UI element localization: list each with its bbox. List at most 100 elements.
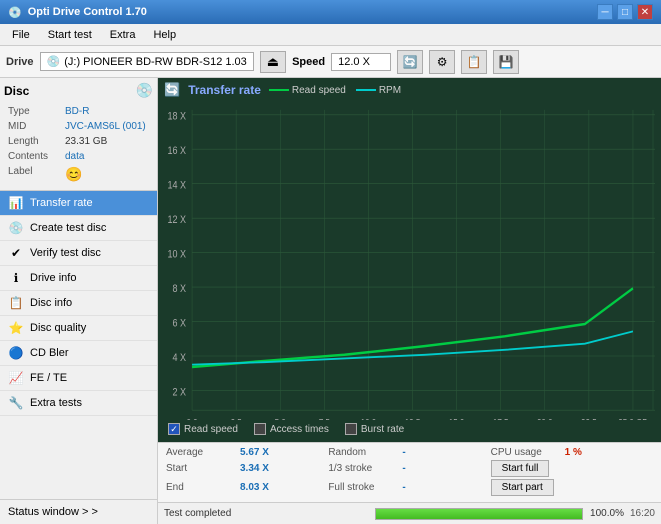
legend-check-burst-rate[interactable]: Burst rate [345,423,404,435]
end-value: 8.03 X [240,482,269,493]
disc-type-row: Type BD-R [6,105,151,118]
cpu-label: CPU usage [491,447,561,458]
speed-selector[interactable]: 12.0 X [331,53,391,71]
drive-name: (J:) PIONEER BD-RW BDR-S12 1.03 [64,56,247,68]
average-value: 5.67 X [240,447,269,458]
sidebar-item-verify-test-disc[interactable]: ✔ Verify test disc [0,241,157,266]
length-value: 23.31 GB [63,135,151,148]
disc-label-row: Label 😊 [6,165,151,184]
disc-header: Disc 💿 [4,82,153,99]
svg-text:10.0: 10.0 [361,417,377,420]
random-label: Random [328,447,398,458]
maximize-button[interactable]: □ [617,4,633,20]
cd-bler-icon: 🔵 [8,346,24,360]
progress-track [375,508,582,520]
legend-check-access-times[interactable]: Access times [254,423,329,435]
label-value: 😊 [63,165,151,184]
speed-value: 12.0 X [338,56,370,68]
svg-text:10 X: 10 X [168,249,187,261]
close-button[interactable]: ✕ [637,4,653,20]
type-label: Type [6,105,61,118]
options-button[interactable]: ⚙ [429,50,455,74]
drive-selector[interactable]: 💿 (J:) PIONEER BD-RW BDR-S12 1.03 [40,52,254,71]
refresh-button[interactable]: 🔄 [397,50,423,74]
burst-rate-checkbox[interactable] [345,423,357,435]
eject-button[interactable]: ⏏ [260,51,286,73]
start-group: Start 3.34 X [166,460,328,477]
stroke1-value: - [402,463,405,474]
sidebar-item-fe-te[interactable]: 📈 FE / TE [0,366,157,391]
rpm-legend-label: RPM [379,85,401,96]
stats-row-2: Start 3.34 X 1/3 stroke - Start full [166,460,653,477]
sidebar-item-create-test-disc[interactable]: 💿 Create test disc [0,216,157,241]
sidebar-item-extra-tests[interactable]: 🔧 Extra tests [0,391,157,416]
read-speed-checkbox[interactable]: ✓ [168,423,180,435]
sidebar-item-drive-info[interactable]: ℹ Drive info [0,266,157,291]
stats-row-3: End 8.03 X Full stroke - Start part [166,479,653,496]
access-times-checkbox[interactable] [254,423,266,435]
chart-refresh-icon: 🔄 [164,82,180,98]
legend-check-read-speed[interactable]: ✓ Read speed [168,423,238,435]
stroke-full-value: - [402,482,405,493]
svg-text:12 X: 12 X [168,214,187,226]
chart-container: 🔄 Transfer rate Read speed RPM [158,78,661,442]
svg-text:7.5: 7.5 [319,417,330,420]
chart-title: Transfer rate [188,83,261,97]
access-times-check-label: Access times [270,424,329,435]
rpm-color [356,89,376,91]
sidebar-item-cd-bler[interactable]: 🔵 CD Bler [0,341,157,366]
create-test-disc-icon: 💿 [8,221,24,235]
menu-start-test[interactable]: Start test [40,27,100,43]
progress-percent: 100.0% [589,508,624,519]
app-title: Opti Drive Control 1.70 [28,6,147,18]
start-part-button[interactable]: Start part [491,479,554,496]
drive-label: Drive [6,56,34,68]
chart-header: 🔄 Transfer rate Read speed RPM [164,82,655,98]
svg-text:14 X: 14 X [168,180,187,192]
disc-mid-row: MID JVC-AMS6L (001) [6,120,151,133]
save-button[interactable]: 💾 [493,50,519,74]
mid-label: MID [6,120,61,133]
sidebar-item-disc-quality[interactable]: ⭐ Disc quality [0,316,157,341]
start-value: 3.34 X [240,463,269,474]
svg-text:5.0: 5.0 [275,417,286,420]
chart-legend-row: ✓ Read speed Access times Burst rate [164,420,655,438]
cpu-value: 1 % [565,447,582,458]
sidebar-item-transfer-rate[interactable]: 📊 Transfer rate [0,191,157,216]
minimize-button[interactable]: ─ [597,4,613,20]
svg-text:12.5: 12.5 [405,417,421,420]
disc-cd-icon: 💿 [136,82,153,99]
speed-label: Speed [292,56,325,68]
sidebar-item-label-cd-bler: CD Bler [30,347,69,359]
chart-legend: Read speed RPM [269,85,401,96]
stroke1-label: 1/3 stroke [328,463,398,474]
start-full-group[interactable]: Start full [491,460,653,477]
status-window-label: Status window > > [8,506,98,518]
length-label: Length [6,135,61,148]
window-controls: ─ □ ✕ [597,4,653,20]
svg-text:18 X: 18 X [168,111,187,123]
read-speed-legend-label: Read speed [292,85,346,96]
sidebar-item-label-transfer-rate: Transfer rate [30,197,93,209]
sidebar-item-disc-info[interactable]: 📋 Disc info [0,291,157,316]
menu-extra[interactable]: Extra [102,27,144,43]
stats-section: Average 5.67 X Random - CPU usage 1 % St… [158,442,661,502]
sidebar-item-label-verify-test-disc: Verify test disc [30,247,101,259]
svg-text:16 X: 16 X [168,145,187,157]
read-speed-color [269,89,289,91]
average-group: Average 5.67 X [166,447,328,458]
stroke1-group: 1/3 stroke - [328,460,490,477]
drive-icon: 💿 [47,55,61,68]
average-label: Average [166,447,236,458]
verify-test-disc-icon: ✔ [8,246,24,260]
menu-bar: File Start test Extra Help [0,24,661,46]
menu-help[interactable]: Help [145,27,184,43]
start-full-button[interactable]: Start full [491,460,550,477]
chart-svg: 18 X 16 X 14 X 12 X 10 X 8 X 6 X 4 X 2 X [164,100,655,420]
type-value: BD-R [63,105,151,118]
copy-button[interactable]: 📋 [461,50,487,74]
menu-file[interactable]: File [4,27,38,43]
start-part-group[interactable]: Start part [491,479,653,496]
disc-length-row: Length 23.31 GB [6,135,151,148]
status-window-button[interactable]: Status window > > [0,499,157,524]
